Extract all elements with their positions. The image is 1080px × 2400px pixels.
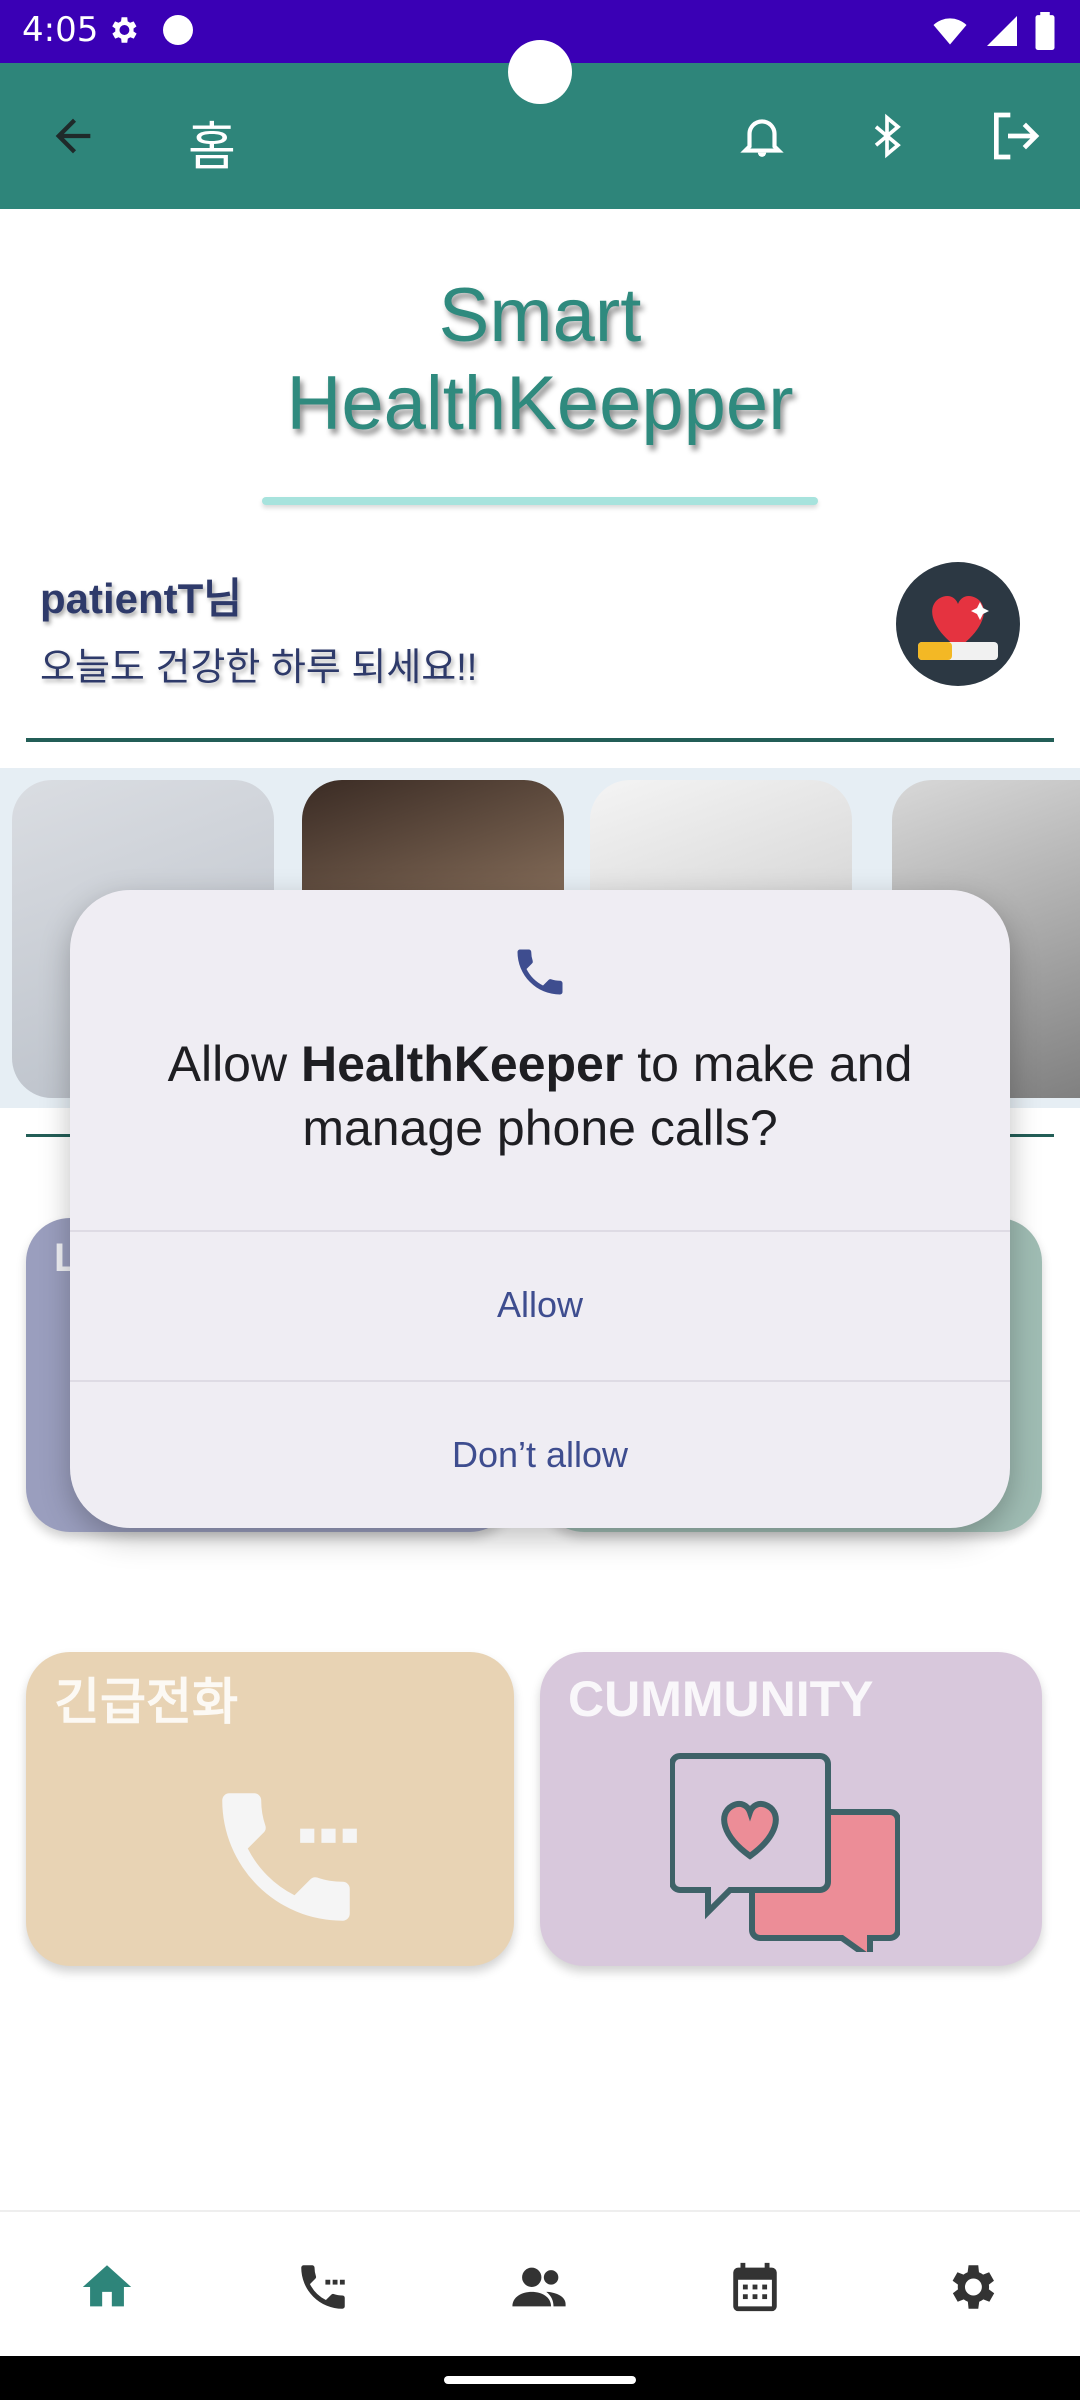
- app-title-line2: HealthKeepper: [286, 361, 794, 446]
- signal-icon: [987, 16, 1017, 46]
- battery-icon: [1035, 12, 1055, 50]
- wifi-icon: [933, 18, 967, 45]
- emergency-call-card[interactable]: 긴급전화: [26, 1652, 514, 1966]
- page-title: 홈: [188, 119, 236, 177]
- logout-icon[interactable]: [980, 101, 1050, 171]
- dont-allow-button[interactable]: Don’t allow: [70, 1380, 1010, 1528]
- dialog-title: Allow HealthKeeper to make and manage ph…: [110, 1032, 970, 1160]
- phone-icon: [517, 949, 563, 995]
- divider: [26, 738, 1054, 742]
- camera-cutout: [508, 40, 572, 104]
- nav-calendar[interactable]: [722, 2254, 788, 2320]
- settings-icon: [112, 17, 137, 43]
- phone-call-icon: [301, 2265, 345, 2309]
- permission-dialog: Allow HealthKeeper to make and manage ph…: [70, 890, 1010, 1528]
- nav-home[interactable]: [74, 2254, 140, 2320]
- dialog-app-name: HealthKeeper: [300, 1036, 624, 1092]
- user-name: patientT님: [40, 575, 242, 622]
- phone-call-icon: [222, 1793, 357, 1921]
- community-card[interactable]: CUMMUNITY: [540, 1652, 1042, 1966]
- home-icon: [82, 2265, 132, 2307]
- bottom-navigation: [0, 2210, 1080, 2356]
- settings-icon: [952, 2265, 995, 2309]
- emergency-call-label: 긴급전화: [54, 1674, 238, 1730]
- nav-settings[interactable]: [938, 2254, 1004, 2320]
- community-label: CUMMUNITY: [568, 1671, 874, 1727]
- bluetooth-icon[interactable]: [852, 101, 922, 171]
- app-title-line1: Smart: [438, 273, 642, 358]
- nav-people[interactable]: [506, 2254, 572, 2320]
- bell-icon[interactable]: [727, 101, 797, 171]
- heart-avatar: [896, 562, 1020, 686]
- people-icon: [512, 2267, 566, 2307]
- app-title: Smart HealthKeepper: [0, 272, 1080, 448]
- back-arrow-icon[interactable]: [38, 101, 108, 171]
- dialog-title-prefix: Allow: [167, 1036, 301, 1092]
- calendar-icon: [733, 2262, 777, 2312]
- allow-button[interactable]: Allow: [70, 1230, 1010, 1378]
- gesture-handle[interactable]: [444, 2376, 636, 2384]
- chat-heart-icon: [670, 1753, 900, 1952]
- nav-call[interactable]: [290, 2254, 356, 2320]
- status-time: 4:05: [22, 10, 99, 50]
- title-underline: [262, 497, 818, 505]
- greeting-message: 오늘도 건강한 하루 되세요!!: [40, 647, 478, 689]
- circle-icon: [163, 15, 193, 45]
